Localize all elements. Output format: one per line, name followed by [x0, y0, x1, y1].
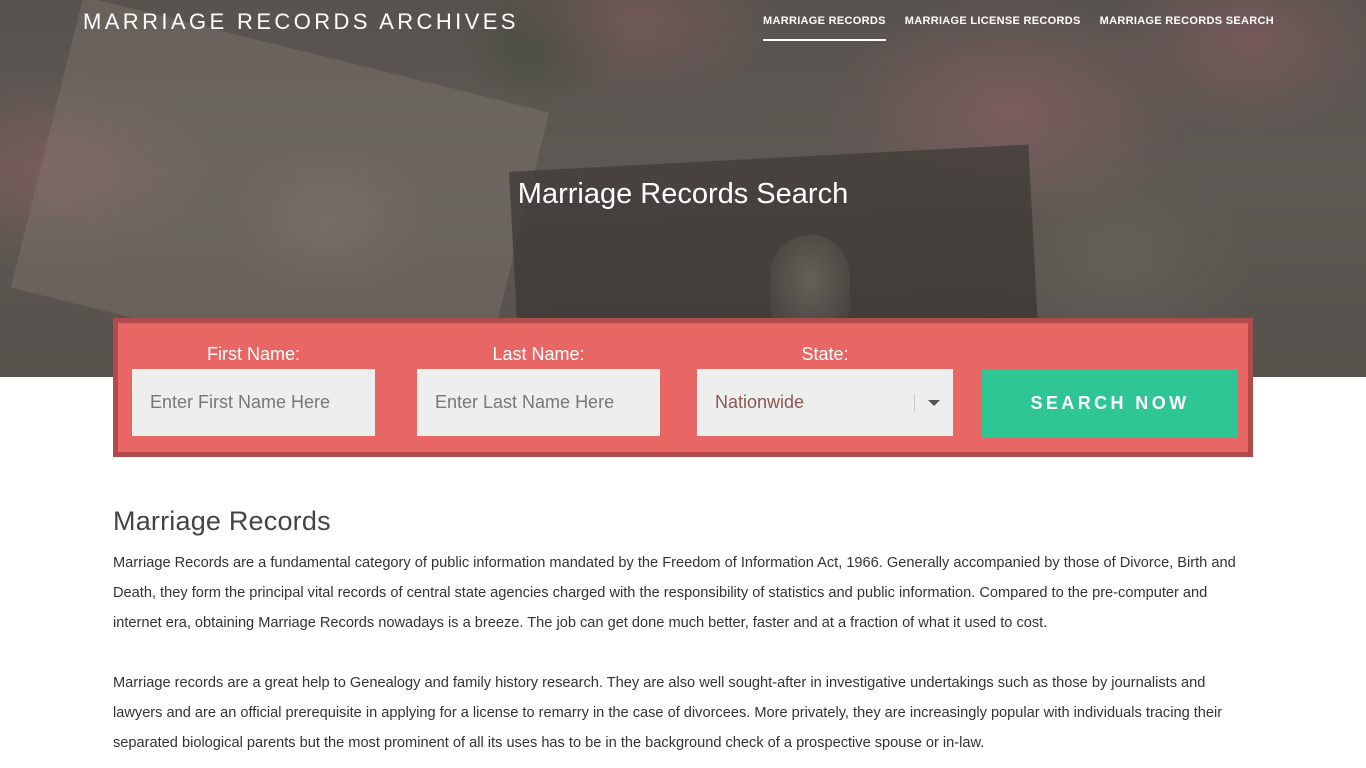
section-heading: Marriage Records [113, 506, 331, 536]
state-select[interactable]: Nationwide [697, 369, 953, 436]
search-form: First Name: Last Name: State: Nationwide… [113, 318, 1253, 457]
last-name-label: Last Name: [492, 344, 585, 364]
intro-paragraph: Marriage Records are a fundamental categ… [113, 555, 1236, 631]
uses-paragraph: Marriage records are a great help to Gen… [113, 675, 1223, 751]
hero-title: Marriage Records Search [517, 178, 849, 210]
first-name-input[interactable] [132, 369, 375, 436]
nav-item-marriage-records-search[interactable]: MARRIAGE RECORDS SEARCH [1100, 15, 1274, 41]
site-brand[interactable]: MARRIAGE RECORDS ARCHIVES [83, 9, 519, 35]
last-name-input[interactable] [417, 369, 660, 436]
main-content: Marriage Records Marriage Records are a … [113, 506, 1253, 758]
nav-item-marriage-license-records[interactable]: MARRIAGE LICENSE RECORDS [905, 15, 1081, 41]
nav-item-marriage-records[interactable]: MARRIAGE RECORDS [763, 15, 886, 41]
state-label: State: [801, 344, 849, 364]
search-now-button[interactable]: SEARCH NOW [982, 369, 1238, 437]
first-name-label: First Name: [206, 344, 300, 364]
state-select-divider [914, 394, 915, 412]
main-nav: MARRIAGE RECORDS MARRIAGE LICENSE RECORD… [763, 15, 1274, 41]
state-select-value: Nationwide [715, 392, 805, 412]
caret-down-icon[interactable] [928, 400, 940, 406]
